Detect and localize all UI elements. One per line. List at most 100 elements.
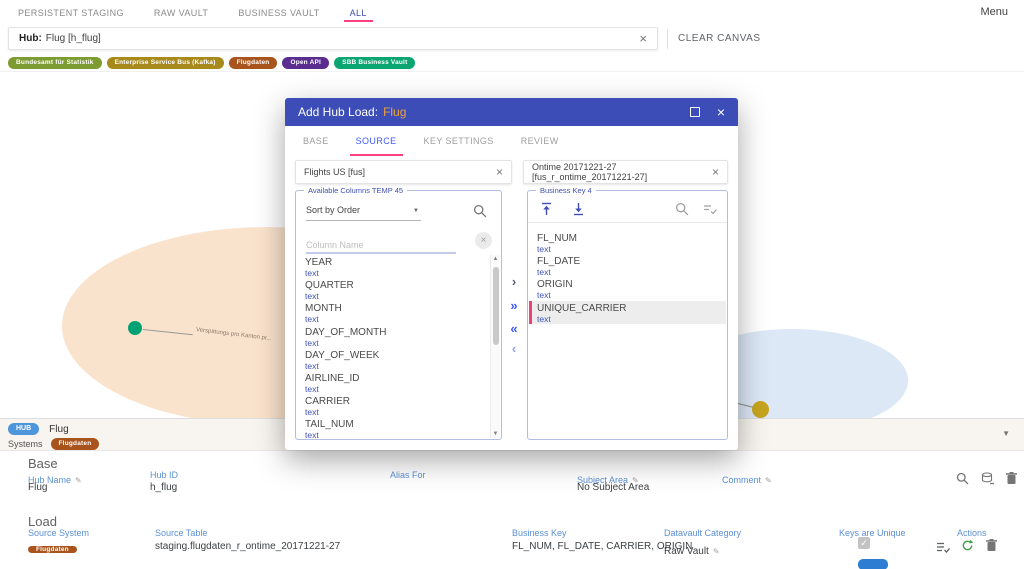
search-keys-icon[interactable] <box>675 202 689 221</box>
tab-key-settings[interactable]: KEY SETTINGS <box>424 126 494 156</box>
source-table-label: Source Table <box>155 528 207 538</box>
dialog-tabs: BASE SOURCE KEY SETTINGS REVIEW <box>285 126 738 156</box>
load-section-title: Load <box>28 514 57 529</box>
clear-source-system-icon[interactable]: × <box>496 165 503 179</box>
close-icon[interactable]: × <box>717 105 725 119</box>
chip-open-api[interactable]: Open API <box>282 57 329 69</box>
edit-pencil-icon[interactable]: ✎ <box>75 476 82 485</box>
delete-trash-icon[interactable] <box>1006 472 1017 490</box>
sort-by-value: Sort by Order <box>306 205 360 215</box>
column-list-item[interactable]: DAY_OF_MONTHtext <box>297 325 490 348</box>
maximize-icon[interactable] <box>690 107 700 117</box>
chip-sbb-business-vault[interactable]: SBB Business Vault <box>334 57 415 69</box>
tab-raw-vault[interactable]: RAW VAULT <box>152 2 210 22</box>
move-all-right-button[interactable]: » <box>504 299 524 313</box>
delete-trash-icon[interactable] <box>986 539 997 557</box>
column-list-item[interactable]: CARRIERtext <box>297 394 490 417</box>
canvas-node-teal[interactable] <box>128 321 142 335</box>
scroll-down-icon[interactable]: ▼ <box>491 431 500 437</box>
tab-base[interactable]: BASE <box>303 126 329 156</box>
database-remove-icon[interactable] <box>981 472 995 490</box>
search-icon[interactable] <box>956 472 969 490</box>
key-list-icon[interactable] <box>936 540 950 558</box>
move-left-button[interactable]: ‹ <box>504 342 524 356</box>
available-columns-list: YEARtext QUARTERtext MONTHtext DAY_OF_MO… <box>297 255 490 438</box>
entity-name: Flug <box>49 424 68 435</box>
tab-review[interactable]: REVIEW <box>521 126 559 156</box>
scrollbar-thumb[interactable] <box>493 267 499 345</box>
scroll-up-icon[interactable]: ▲ <box>491 256 500 262</box>
key-list-item[interactable]: FL_NUMtext <box>529 231 726 254</box>
key-list-item[interactable]: FL_DATEtext <box>529 254 726 277</box>
hub-field-value: Flug [h_flug] <box>46 33 101 44</box>
chip-flugdaten[interactable]: Flugdaten <box>28 546 77 553</box>
datavault-category-label: Datavault Category <box>664 528 741 538</box>
tab-persistent-staging[interactable]: PERSISTENT STAGING <box>16 2 126 22</box>
comment-label: Comment <box>722 475 761 485</box>
key-type: text <box>537 314 726 324</box>
move-right-button[interactable]: › <box>504 275 524 289</box>
source-table-value: staging.flugdaten_r_ontime_20171221-27 <box>155 541 340 552</box>
key-list-item-selected[interactable]: UNIQUE_CARRIERtext <box>529 301 726 324</box>
key-name: FL_DATE <box>537 256 726 267</box>
chip-esb-kafka[interactable]: Enterprise Service Bus (Kafka) <box>107 57 224 69</box>
key-name: UNIQUE_CARRIER <box>537 303 726 314</box>
column-list-item[interactable]: AIRLINE_IDtext <box>297 371 490 394</box>
key-list-item[interactable]: ORIGINtext <box>529 277 726 300</box>
tab-all[interactable]: ALL <box>348 2 369 22</box>
source-system-field[interactable]: Flights US [fus] × <box>295 160 512 184</box>
clear-hub-icon[interactable]: × <box>639 32 647 45</box>
active-tab-underline <box>344 20 373 22</box>
move-all-left-button[interactable]: « <box>504 322 524 336</box>
dialog-title-entity: Flug <box>383 105 406 119</box>
column-type: text <box>305 338 490 348</box>
column-list-item[interactable]: YEARtext <box>297 255 490 278</box>
validate-keys-icon[interactable] <box>703 202 717 220</box>
dialog-title: Add Hub Load: <box>298 105 378 119</box>
edit-pencil-icon[interactable]: ✎ <box>713 547 720 556</box>
column-list-item[interactable]: TAIL_NUMtext <box>297 417 490 438</box>
refresh-icon[interactable] <box>961 539 974 557</box>
hub-field-prefix: Hub: <box>19 33 42 44</box>
source-table-value: Ontime 20171221-27 [fus_r_ontime_2017122… <box>532 162 712 182</box>
tab-business-vault[interactable]: BUSINESS VAULT <box>236 2 321 22</box>
chip-flugdaten[interactable]: Flugdaten <box>229 57 278 69</box>
column-list-item[interactable]: QUARTERtext <box>297 278 490 301</box>
column-name-filter-input[interactable] <box>306 237 456 254</box>
sort-by-select[interactable]: Sort by Order ▼ <box>306 205 421 221</box>
tab-source[interactable]: SOURCE <box>356 126 397 156</box>
source-table-field[interactable]: Ontime 20171221-27 [fus_r_ontime_2017122… <box>523 160 728 184</box>
column-list-item[interactable]: MONTHtext <box>297 301 490 324</box>
hub-id-label: Hub ID <box>150 470 178 480</box>
collapse-caret-icon[interactable]: ▼ <box>1002 429 1010 438</box>
chip-flugdaten[interactable]: Flugdaten <box>51 438 100 450</box>
column-type: text <box>305 430 490 438</box>
partial-badge <box>858 559 888 569</box>
column-name: MONTH <box>305 303 490 314</box>
column-type: text <box>305 384 490 394</box>
clear-canvas-button[interactable]: CLEAR CANVAS <box>678 33 761 44</box>
menu-button[interactable]: Menu <box>980 6 1008 18</box>
entity-type-badge: HUB <box>8 423 39 435</box>
hub-search-field[interactable]: Hub: Flug [h_flug] × <box>8 27 658 50</box>
alias-for-label: Alias For <box>390 470 426 480</box>
edit-pencil-icon[interactable]: ✎ <box>765 476 772 485</box>
clear-source-table-icon[interactable]: × <box>712 165 719 179</box>
move-to-top-icon[interactable] <box>540 202 553 221</box>
scrollbar[interactable]: ▲ ▼ <box>490 255 500 438</box>
available-columns-panel: Available Columns TEMP 45 Sort by Order … <box>295 190 502 440</box>
search-columns-icon[interactable] <box>473 204 487 223</box>
clear-filter-icon[interactable]: × <box>475 232 492 249</box>
divider <box>667 29 668 49</box>
source-system-value: Flights US [fus] <box>304 167 365 177</box>
canvas-node-yellow[interactable] <box>752 401 769 418</box>
move-to-bottom-icon[interactable] <box>572 202 585 221</box>
column-list-item[interactable]: DAY_OF_WEEKtext <box>297 348 490 371</box>
datavault-category-value: Raw Vault <box>664 546 709 557</box>
chip-bundesamt[interactable]: Bundesamt für Statistik <box>8 57 102 69</box>
keys-unique-checkbox[interactable]: ✓ <box>858 537 870 549</box>
available-columns-legend: Available Columns TEMP 45 <box>304 186 407 195</box>
column-name: CARRIER <box>305 396 490 407</box>
subject-area-value: No Subject Area <box>577 482 649 493</box>
add-hub-load-dialog: Add Hub Load: Flug × BASE SOURCE KEY SET… <box>285 98 738 450</box>
